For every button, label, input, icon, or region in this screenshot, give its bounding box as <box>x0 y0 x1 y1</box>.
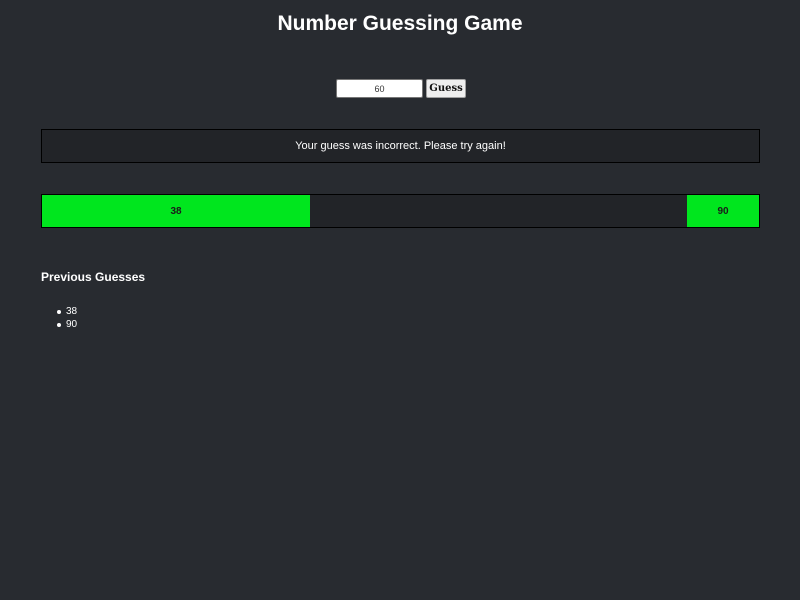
range-high-label: 90 <box>717 205 729 217</box>
guess-form: Guess <box>336 79 466 98</box>
guess-range-bar: 38 90 <box>41 194 760 228</box>
page-title: Number Guessing Game <box>277 12 523 35</box>
previous-guesses-list: 38 90 <box>56 306 78 331</box>
feedback-message: Your guess was incorrect. Please try aga… <box>41 129 760 163</box>
range-low-label: 38 <box>170 205 182 217</box>
range-low-segment: 38 <box>42 195 310 227</box>
guess-input[interactable] <box>336 79 423 98</box>
previous-guesses-heading: Previous Guesses <box>41 270 146 284</box>
previous-guess-item: 90 <box>56 318 78 330</box>
feedback-message-text: Your guess was incorrect. Please try aga… <box>295 140 506 152</box>
previous-guess-item: 38 <box>56 306 78 317</box>
game-page: Number Guessing Game Guess Your guess wa… <box>0 0 800 600</box>
guess-button[interactable]: Guess <box>426 79 466 98</box>
range-high-segment: 90 <box>687 195 759 227</box>
